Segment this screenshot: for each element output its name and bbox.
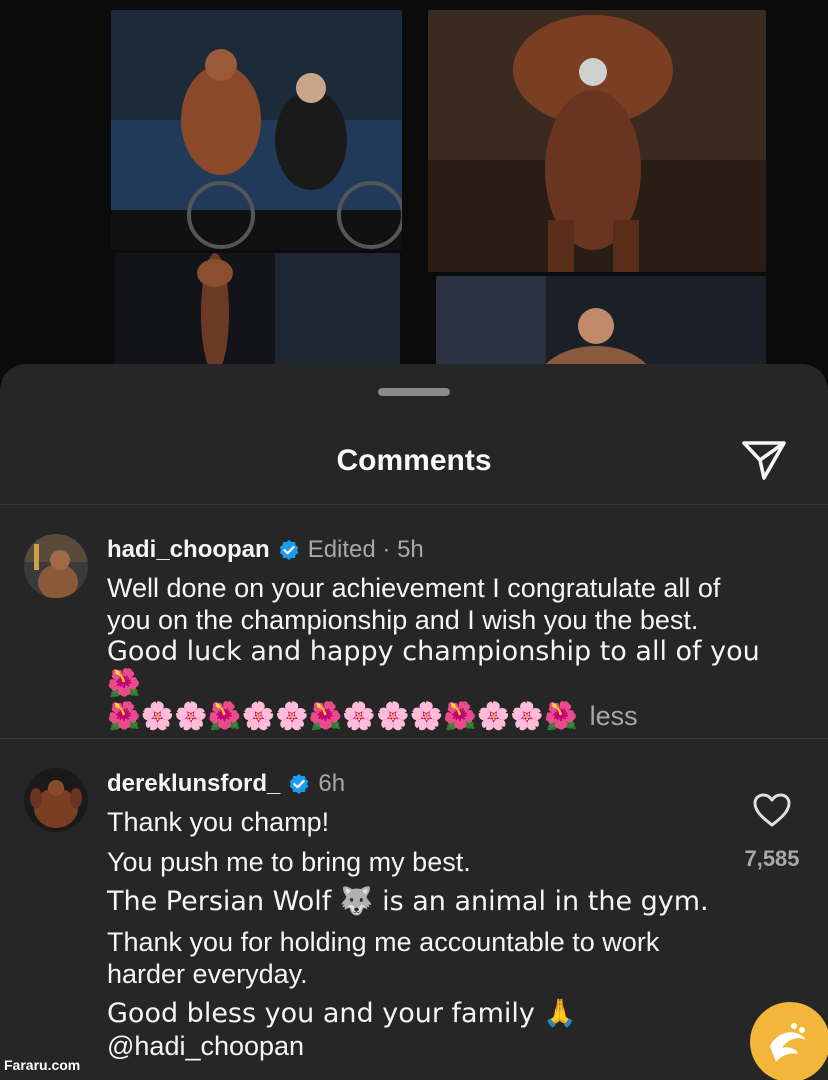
less-toggle[interactable]: less (590, 701, 638, 731)
comment-line: harder everyday. (107, 959, 308, 989)
post-photo-stage-wheelchair (111, 10, 402, 250)
post-collage (0, 0, 828, 380)
comment-line: you on the championship and I wish you t… (107, 605, 699, 635)
comment-meta: 6h (318, 770, 346, 797)
username[interactable]: dereklunsford_ (107, 770, 280, 798)
mention-link[interactable]: @hadi_choopan (107, 1030, 717, 1062)
comment-meta: Edited · 5h (307, 536, 424, 563)
comment-header: hadi_choopan Edited · 5h (107, 536, 424, 564)
comment-line: You push me to bring my best. (107, 847, 471, 877)
comment-line: Thank you champ! (107, 807, 330, 837)
verified-badge-icon (279, 539, 299, 561)
post-photo-raised-hand (115, 253, 400, 380)
verified-badge-icon (290, 773, 309, 795)
comments-sheet: Comments hadi_choopan Edited · 5h Well d… (0, 364, 828, 1080)
username[interactable]: hadi_choopan (107, 536, 270, 564)
sheet-grabber-handle[interactable] (378, 388, 450, 396)
comment-divider (0, 738, 828, 739)
like-count: 7,585 (744, 846, 800, 871)
comment-text: Thank you champ! You push me to bring my… (107, 806, 717, 1062)
paper-plane-icon (742, 441, 786, 480)
post-photo-medal-pose (428, 10, 766, 272)
like-button[interactable] (752, 792, 792, 828)
watermark-text: Fararu.com (4, 1057, 81, 1073)
watermark-logo (748, 1000, 828, 1080)
share-button[interactable] (740, 436, 788, 484)
comment-line: Well done on your achievement I congratu… (107, 573, 721, 603)
avatar[interactable] (24, 534, 88, 598)
comment-line: Thank you for holding me accountable to … (107, 927, 660, 957)
avatar[interactable] (24, 768, 88, 832)
comment-header: dereklunsford_ 6h (107, 770, 345, 798)
header-divider (0, 504, 828, 505)
comment-line: Good bless you and your family 🙏 (107, 998, 578, 1029)
comment-text: Well done on your achievement I congratu… (107, 572, 787, 733)
heart-outline-icon (753, 793, 791, 827)
comment-line: Good luck and happy championship to all … (107, 636, 760, 699)
comment-line: The Persian Wolf 🐺 is an animal in the g… (107, 886, 709, 917)
sheet-title: Comments (336, 444, 492, 477)
comment-emoji-line: 🌺🌸🌸🌺🌸🌸🌺🌸🌸🌸🌺🌸🌸🌺 (107, 701, 578, 732)
